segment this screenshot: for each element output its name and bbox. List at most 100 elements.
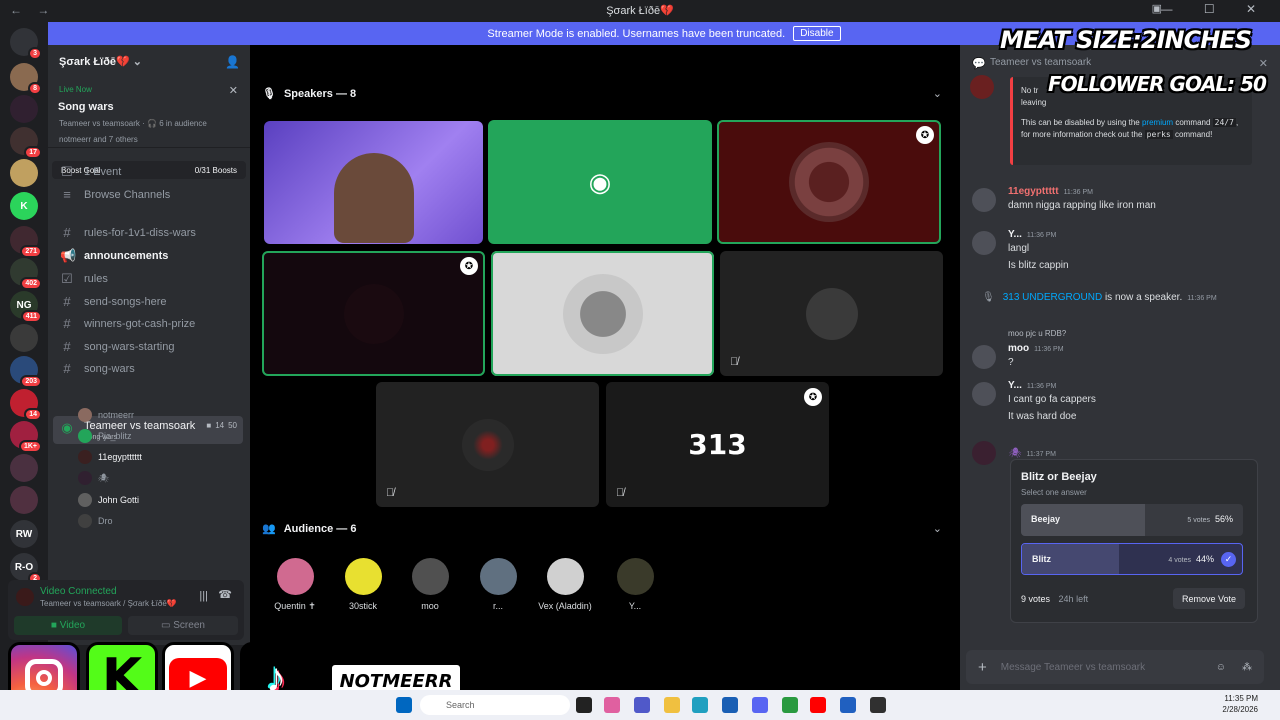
- server-icon[interactable]: NG 411: [10, 291, 42, 323]
- emoji-icon[interactable]: ☺: [1216, 662, 1226, 673]
- server-icon[interactable]: [10, 159, 38, 187]
- poll-option[interactable]: Beejay 5 votes 56%: [1021, 504, 1243, 536]
- system-user[interactable]: 313 UNDERGROUND: [1003, 292, 1102, 303]
- server-icon[interactable]: RW: [10, 520, 38, 548]
- task-view-icon[interactable]: [576, 697, 592, 713]
- audience-member[interactable]: Quentin ✝: [265, 558, 325, 612]
- server-icon[interactable]: [10, 454, 38, 482]
- poll-option[interactable]: Blitz 4 votes 44% ✓: [1021, 543, 1243, 575]
- speaker-tile-7[interactable]: 🎙̸: [376, 382, 599, 507]
- channel-item[interactable]: # song-wars: [53, 358, 243, 379]
- voice-user[interactable]: John Gotti: [78, 490, 139, 510]
- discord-logo-icon: ◉: [588, 166, 612, 197]
- server-icon[interactable]: 17: [10, 127, 42, 159]
- video-button[interactable]: ■ Video: [14, 616, 122, 635]
- voice-status[interactable]: Video Connected: [40, 586, 117, 597]
- server-name-header[interactable]: Şσark Łïðē💔 ⌄: [59, 55, 142, 68]
- edge-icon[interactable]: [692, 697, 708, 713]
- voice-user[interactable]: Pjc_blitz: [78, 426, 132, 446]
- message-author[interactable]: Y...: [1008, 380, 1022, 391]
- disconnect-icon[interactable]: ☎: [218, 588, 232, 601]
- premium-link[interactable]: premium: [1142, 118, 1173, 127]
- channel-item[interactable]: # send-songs-here: [53, 291, 243, 312]
- speaker-tile-313[interactable]: 313 ✪ 🎙̸: [606, 382, 829, 507]
- voice-user[interactable]: notmeerr: [78, 405, 134, 425]
- server-icon[interactable]: 14: [10, 389, 42, 421]
- channel-item[interactable]: # song-wars-starting: [53, 336, 243, 357]
- server-icon[interactable]: K: [10, 192, 38, 220]
- server-icon[interactable]: 8: [10, 63, 42, 95]
- remove-vote-button[interactable]: Remove Vote: [1172, 588, 1245, 609]
- speaker-tile-3[interactable]: ✪: [717, 120, 941, 244]
- speaker-tile-webcam[interactable]: [264, 121, 483, 244]
- store-icon[interactable]: [722, 697, 738, 713]
- add-attachment-icon[interactable]: +: [978, 659, 987, 676]
- voice-user[interactable]: 11egyptttttt: [78, 447, 142, 467]
- channel-item[interactable]: ≡ Browse Channels: [53, 184, 243, 205]
- voice-user[interactable]: 🕷: [78, 468, 109, 488]
- avatar[interactable]: [972, 345, 996, 369]
- message-author[interactable]: moo: [1008, 343, 1029, 354]
- avatar[interactable]: [972, 441, 996, 465]
- avatar[interactable]: [972, 382, 996, 406]
- reply-preview[interactable]: moo pjc u RDB?: [1008, 329, 1066, 338]
- server-icon[interactable]: 203: [10, 356, 42, 388]
- avatar[interactable]: [972, 231, 996, 255]
- server-icon[interactable]: [10, 486, 38, 514]
- screen-button[interactable]: ▭ Screen: [128, 616, 238, 635]
- obs-icon[interactable]: [870, 697, 886, 713]
- audience-member[interactable]: moo: [400, 558, 460, 611]
- server-icon[interactable]: 3: [10, 28, 42, 60]
- live-now-card[interactable]: Live Now ✕ Song wars Teameer vs teamsoar…: [48, 80, 250, 148]
- taskbar-search[interactable]: Search: [420, 695, 570, 715]
- close-icon[interactable]: ✕: [229, 84, 238, 97]
- audience-member[interactable]: r...: [468, 558, 528, 611]
- speaker-tile-discord[interactable]: ◉: [488, 120, 712, 244]
- audience-member[interactable]: 30stick: [333, 558, 393, 611]
- close-icon[interactable]: ✕: [1259, 57, 1268, 70]
- speaker-tile-5[interactable]: [491, 251, 714, 376]
- server-icon[interactable]: 1K+: [10, 421, 42, 453]
- chevron-down-icon[interactable]: ⌄: [933, 87, 942, 100]
- chevron-down-icon[interactable]: ⌄: [933, 522, 942, 535]
- message-author[interactable]: Y...: [1008, 229, 1022, 240]
- server-icon[interactable]: [10, 95, 38, 123]
- bot-avatar[interactable]: [970, 75, 994, 99]
- speaker-tile-4[interactable]: ✪: [262, 251, 485, 376]
- avatar: [78, 450, 92, 464]
- server-icon[interactable]: 402: [10, 258, 42, 290]
- server-icon[interactable]: 271: [10, 226, 42, 258]
- channel-item[interactable]: # winners-got-cash-prize: [53, 313, 243, 334]
- voice-user[interactable]: Dro: [78, 511, 113, 531]
- apps-icon[interactable]: ⁂: [1242, 662, 1252, 673]
- disable-button[interactable]: Disable: [793, 26, 841, 41]
- teams-icon[interactable]: [634, 697, 650, 713]
- window-controls[interactable]: — ☐ ✕: [1161, 2, 1270, 16]
- server-icon[interactable]: [10, 324, 38, 352]
- start-icon[interactable]: [396, 697, 412, 713]
- clock[interactable]: 11:35 PM 2/28/2026: [1222, 693, 1258, 715]
- channel-item[interactable]: 📢 announcements: [53, 245, 243, 266]
- audience-member[interactable]: Vex (Aladdin): [535, 558, 595, 611]
- voice-user-name: Pjc_blitz: [98, 431, 132, 441]
- message-author[interactable]: 11egypttttt: [1008, 186, 1059, 197]
- avatar[interactable]: [972, 188, 996, 212]
- poll-card: Blitz or Beejay Select one answer Beejay…: [1010, 459, 1258, 623]
- audience-member[interactable]: Y...: [605, 558, 665, 611]
- youtube-taskbar-icon[interactable]: [810, 697, 826, 713]
- app-icon[interactable]: [840, 697, 856, 713]
- speaker-tile-6[interactable]: 🎙̸: [720, 251, 943, 376]
- noise-icon[interactable]: |||: [199, 590, 208, 602]
- explorer-icon[interactable]: [664, 697, 680, 713]
- copilot-icon[interactable]: [604, 697, 620, 713]
- invite-icon[interactable]: 👤: [225, 55, 240, 69]
- history-nav[interactable]: ← →: [10, 3, 55, 17]
- channel-item[interactable]: # rules-for-1v1-diss-wars: [53, 222, 243, 243]
- chrome-icon[interactable]: [782, 697, 798, 713]
- channel-item[interactable]: ☑ rules: [53, 268, 243, 289]
- discord-icon[interactable]: [752, 697, 768, 713]
- server-icon[interactable]: R-O 2: [10, 553, 42, 585]
- message-composer[interactable]: + Message Teameer vs teamsoark ☺ ⁂: [966, 650, 1264, 684]
- channel-item[interactable]: ☐ 1 Event: [53, 161, 243, 182]
- channel-icon: 📢: [60, 247, 77, 263]
